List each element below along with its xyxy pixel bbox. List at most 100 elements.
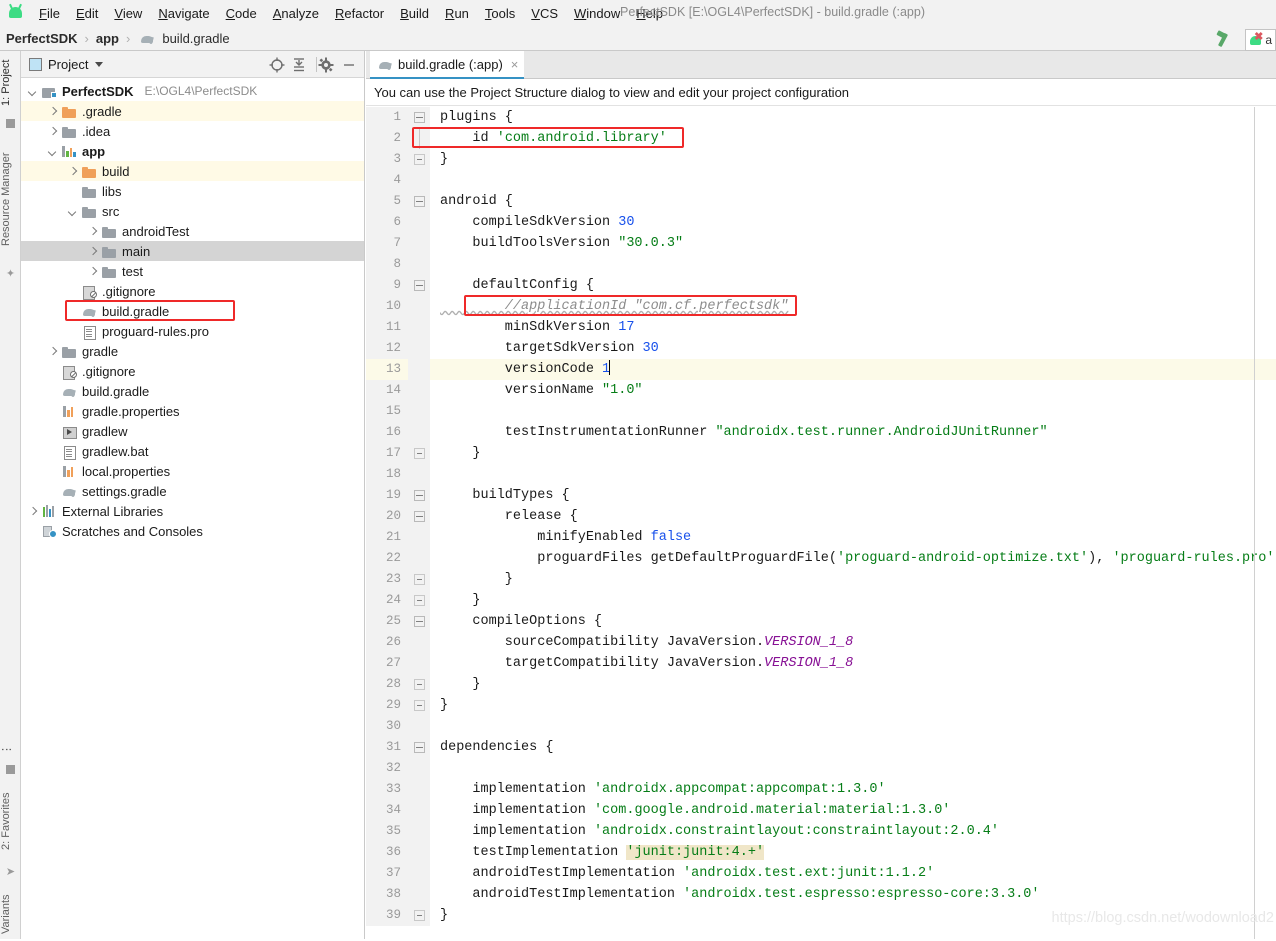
project-tree[interactable]: PerfectSDK E:\OGL4\PerfectSDK .gradle .idea… <box>21 78 364 541</box>
code-line[interactable]: 9 defaultConfig { <box>366 275 1276 296</box>
chevron-down-icon[interactable] <box>67 206 78 217</box>
code-line[interactable]: 24 } <box>366 590 1276 611</box>
fold-gutter[interactable] <box>408 317 430 338</box>
fold-gutter[interactable] <box>408 590 430 611</box>
fold-gutter[interactable] <box>408 800 430 821</box>
menu-item-refactor[interactable]: Refactor <box>327 3 392 24</box>
code-line[interactable]: 28 } <box>366 674 1276 695</box>
fold-gutter[interactable] <box>408 107 430 128</box>
run-configuration-selector[interactable]: ✖ a <box>1245 28 1276 51</box>
fold-gutter[interactable] <box>408 275 430 296</box>
menu-item-build[interactable]: Build <box>392 3 437 24</box>
code-line[interactable]: 25 compileOptions { <box>366 611 1276 632</box>
code-editor[interactable]: 1 plugins {2 id 'com.android.library' 3} 4 5… <box>366 107 1276 939</box>
fold-gutter[interactable] <box>408 380 430 401</box>
tree-item-gradle-properties[interactable]: gradle.properties <box>21 401 364 421</box>
fold-collapse-icon[interactable] <box>414 280 425 291</box>
fold-gutter[interactable] <box>408 170 430 191</box>
chevron-down-icon[interactable] <box>27 86 38 97</box>
fold-gutter[interactable] <box>408 527 430 548</box>
code-line[interactable]: 23 } <box>366 569 1276 590</box>
tree-item-proguard-rules-pro[interactable]: proguard-rules.pro <box>21 321 364 341</box>
fold-end-icon[interactable] <box>414 448 425 459</box>
code-line[interactable]: 8 <box>366 254 1276 275</box>
fold-gutter[interactable] <box>408 422 430 443</box>
tree-item-gradle[interactable]: gradle <box>21 341 364 361</box>
code-line[interactable]: 20 release { <box>366 506 1276 527</box>
fold-collapse-icon[interactable] <box>414 742 425 753</box>
code-line[interactable]: 3} <box>366 149 1276 170</box>
chevron-right-icon[interactable] <box>87 226 98 237</box>
fold-gutter[interactable] <box>408 254 430 275</box>
tree-item-main[interactable]: main <box>21 241 364 261</box>
code-line[interactable]: 6 compileSdkVersion 30 <box>366 212 1276 233</box>
fold-gutter[interactable] <box>408 569 430 590</box>
fold-gutter[interactable] <box>408 737 430 758</box>
chevron-right-icon[interactable] <box>27 506 38 517</box>
fold-gutter[interactable] <box>408 401 430 422</box>
gear-icon[interactable] <box>317 56 335 74</box>
code-line[interactable]: 17 } <box>366 443 1276 464</box>
fold-gutter[interactable] <box>408 548 430 569</box>
code-line[interactable]: 7 buildToolsVersion "30.0.3" <box>366 233 1276 254</box>
fold-gutter[interactable] <box>408 191 430 212</box>
fold-collapse-icon[interactable] <box>414 511 425 522</box>
breadcrumb-item-file[interactable]: build.gradle <box>160 31 231 46</box>
menu-item-analyze[interactable]: Analyze <box>265 3 327 24</box>
tree-item-scratches-and-consoles[interactable]: Scratches and Consoles <box>21 521 364 541</box>
fold-end-icon[interactable] <box>414 910 425 921</box>
menu-item-file[interactable]: File <box>31 3 68 24</box>
code-line[interactable]: 31 dependencies { <box>366 737 1276 758</box>
fold-gutter[interactable] <box>408 674 430 695</box>
tree-item-build[interactable]: build <box>21 161 364 181</box>
fold-gutter[interactable] <box>408 611 430 632</box>
tool-button-project[interactable]: 1: Project <box>0 53 21 113</box>
code-line[interactable]: 10 //applicationId "com.cf.perfectsdk" <box>366 296 1276 317</box>
chevron-down-icon[interactable] <box>47 146 58 157</box>
tree-item-app[interactable]: app <box>21 141 364 161</box>
fold-end-icon[interactable] <box>414 700 425 711</box>
menu-item-code[interactable]: Code <box>218 3 265 24</box>
menu-item-run[interactable]: Run <box>437 3 477 24</box>
code-line[interactable]: 2 id 'com.android.library' <box>366 128 1276 149</box>
tab-build-gradle[interactable]: build.gradle (:app) × <box>370 51 525 79</box>
tree-item-settings-gradle[interactable]: settings.gradle <box>21 481 364 501</box>
collapse-all-icon[interactable] <box>290 56 308 74</box>
fold-collapse-icon[interactable] <box>414 490 425 501</box>
fold-gutter[interactable] <box>408 884 430 905</box>
tree-item-test[interactable]: test <box>21 261 364 281</box>
code-line[interactable]: 4 <box>366 170 1276 191</box>
tree-item-gradle[interactable]: .gradle <box>21 101 364 121</box>
tree-item-perfectsdk[interactable]: PerfectSDK E:\OGL4\PerfectSDK <box>21 81 364 101</box>
fold-gutter[interactable] <box>408 821 430 842</box>
code-line[interactable]: 30 <box>366 716 1276 737</box>
hide-icon[interactable] <box>340 56 358 74</box>
locate-icon[interactable] <box>268 56 286 74</box>
fold-gutter[interactable] <box>408 842 430 863</box>
tree-item-libs[interactable]: libs <box>21 181 364 201</box>
code-line[interactable]: 37 androidTestImplementation 'androidx.t… <box>366 863 1276 884</box>
code-line[interactable]: 1 plugins { <box>366 107 1276 128</box>
breadcrumb-item-module[interactable]: app <box>94 31 121 46</box>
code-line[interactable]: 29} <box>366 695 1276 716</box>
fold-gutter[interactable] <box>408 359 430 380</box>
chevron-right-icon[interactable] <box>67 166 78 177</box>
fold-gutter[interactable] <box>408 632 430 653</box>
tool-button-resource-manager[interactable]: Resource Manager <box>0 135 21 263</box>
menu-item-vcs[interactable]: VCS <box>523 3 566 24</box>
tree-item-src[interactable]: src <box>21 201 364 221</box>
tree-item-androidtest[interactable]: androidTest <box>21 221 364 241</box>
fold-gutter[interactable] <box>408 296 430 317</box>
chevron-right-icon[interactable] <box>47 106 58 117</box>
fold-gutter[interactable] <box>408 863 430 884</box>
code-line[interactable]: 33 implementation 'androidx.appcompat:ap… <box>366 779 1276 800</box>
tree-item-gitignore[interactable]: .gitignore <box>21 281 364 301</box>
chevron-right-icon[interactable] <box>47 126 58 137</box>
code-line[interactable]: 35 implementation 'androidx.constraintla… <box>366 821 1276 842</box>
fold-gutter[interactable] <box>408 758 430 779</box>
code-line[interactable]: 16 testInstrumentationRunner "androidx.t… <box>366 422 1276 443</box>
code-line[interactable]: 14 versionName "1.0" <box>366 380 1276 401</box>
tree-item-external-libraries[interactable]: External Libraries <box>21 501 364 521</box>
tool-button-variants[interactable]: Variants <box>0 887 21 941</box>
fold-gutter[interactable] <box>408 716 430 737</box>
